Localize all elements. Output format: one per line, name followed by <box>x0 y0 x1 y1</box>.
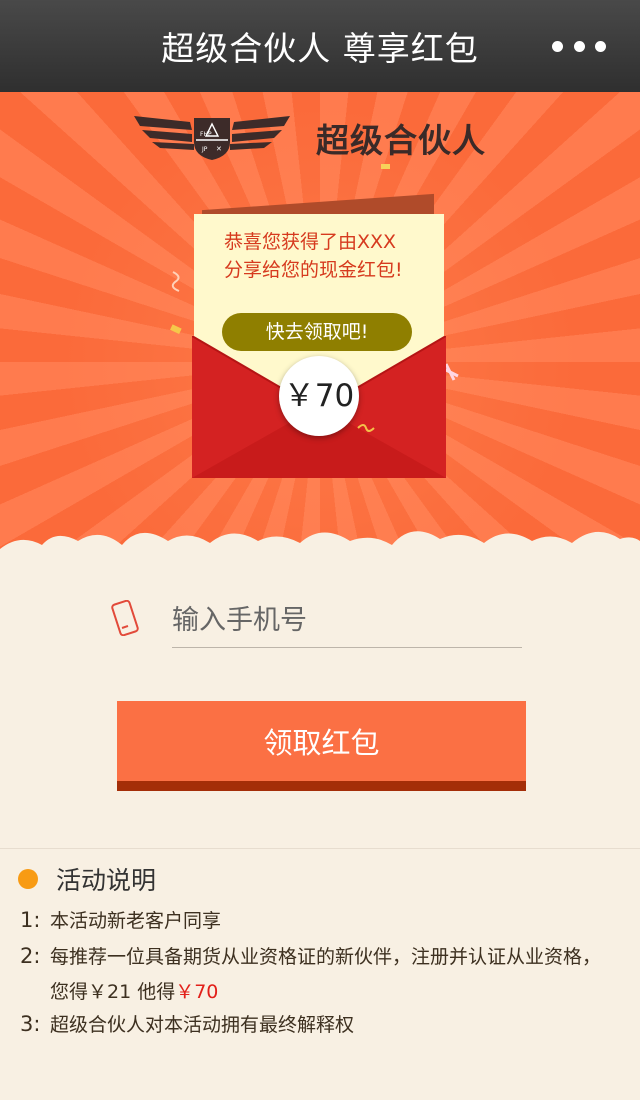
rule-number: 3: <box>20 1012 41 1036</box>
more-dots-icon[interactable] <box>552 36 606 56</box>
phone-number-input[interactable] <box>172 594 522 648</box>
rule-text-reward: 您得￥21 他得 <box>50 981 176 1003</box>
rule-number: 1: <box>20 908 41 932</box>
hero-banner: FHP JP ✕ 超级合伙人 恭喜您获得了由XXX 分享给您的现金红包! 快去领… <box>0 92 640 562</box>
rule-text: 超级合伙人对本活动拥有最终解释权 <box>50 1014 355 1036</box>
svg-text:JP: JP <box>201 146 208 153</box>
claim-red-packet-button[interactable]: 领取红包 <box>117 701 526 791</box>
svg-text:✕: ✕ <box>216 145 222 153</box>
rules-heading-text: 活动说明 <box>56 866 157 895</box>
amount-badge: ￥70 <box>279 356 359 436</box>
congrats-line-2: 分享给您的现金红包! <box>224 259 403 281</box>
winged-badge-logo-icon: FHP JP ✕ <box>134 116 290 160</box>
title-bar: 超级合伙人 尊享红包 <box>0 0 640 92</box>
confetti-decoration <box>381 164 390 169</box>
rule-item-1: 1: 本活动新老客户同享 <box>20 906 221 933</box>
rule-item-2: 2: 每推荐一位具备期货从业资格证的新伙伴，注册并认证从业资格， <box>20 942 601 969</box>
svg-text:FHP: FHP <box>200 131 212 138</box>
rule-item-2-continued: 您得￥21 他得￥70 <box>50 977 218 1004</box>
cloud-divider <box>0 531 640 575</box>
section-divider <box>0 848 640 849</box>
rule-text: 本活动新老客户同享 <box>50 910 222 932</box>
rule-item-3: 3: 超级合伙人对本活动拥有最终解释权 <box>20 1010 354 1037</box>
phone-icon <box>111 600 139 636</box>
congrats-message: 恭喜您获得了由XXX 分享给您的现金红包! <box>224 228 424 284</box>
congrats-line-1: 恭喜您获得了由XXX <box>224 231 397 253</box>
page-title: 超级合伙人 尊享红包 <box>161 29 479 68</box>
confetti-decoration <box>170 324 182 335</box>
rule-text: 每推荐一位具备期货从业资格证的新伙伴，注册并认证从业资格， <box>50 946 602 968</box>
bullet-dot-icon <box>18 869 38 889</box>
confetti-decoration <box>171 271 180 292</box>
brand-name: 超级合伙人 <box>316 121 486 160</box>
rule-text-reward-highlight: ￥70 <box>175 981 219 1003</box>
rules-heading: 活动说明 <box>18 862 156 896</box>
rule-number: 2: <box>20 944 41 968</box>
